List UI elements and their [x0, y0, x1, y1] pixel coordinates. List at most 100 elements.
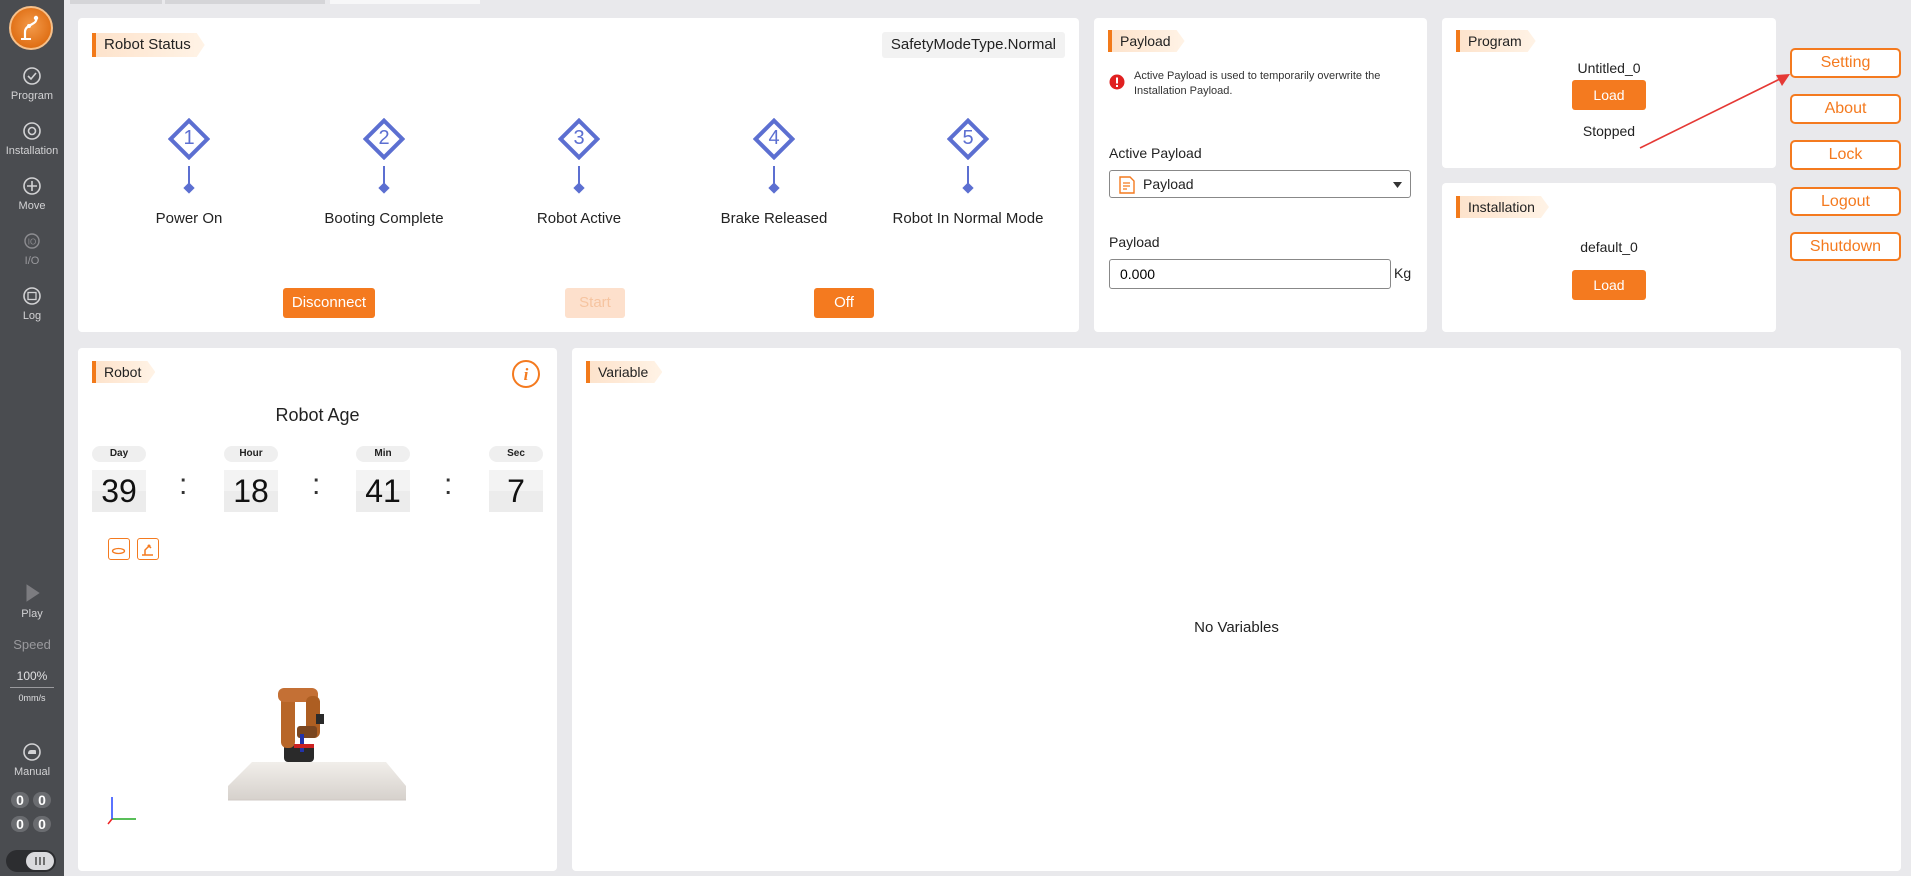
lock-button[interactable]: Lock	[1790, 140, 1901, 170]
installation-card: Installation default_0 Load	[1442, 183, 1776, 332]
speed-value: 0mm/s	[18, 693, 46, 703]
robot-3d-viewport[interactable]	[218, 678, 418, 818]
digit: 0	[11, 792, 29, 808]
step-number: 3	[573, 127, 585, 149]
age-value: 41	[356, 470, 410, 512]
about-button[interactable]: About	[1790, 94, 1901, 124]
sidebar: Program Installation Move IO I/O Log Pla…	[0, 0, 64, 876]
card-title: Robot	[92, 361, 155, 383]
digit: 0	[33, 792, 51, 808]
disconnect-button[interactable]: Disconnect	[283, 288, 375, 318]
svg-text:i: i	[524, 365, 529, 384]
log-icon	[23, 287, 41, 305]
payload-label: Payload	[1109, 234, 1160, 250]
active-payload-label: Active Payload	[1109, 145, 1202, 161]
active-payload-select[interactable]: Payload	[1109, 170, 1411, 198]
card-title: Variable	[586, 361, 662, 383]
age-value: 18	[224, 470, 278, 512]
age-unit: Hour	[224, 446, 278, 462]
speed-percent[interactable]: 100%	[0, 669, 64, 683]
age-unit: Sec	[489, 446, 543, 462]
robot-card: Robot i Robot Age Day 39 : Hour 18 : Min…	[78, 348, 557, 871]
svg-text:IO: IO	[28, 238, 36, 247]
play-icon	[26, 584, 40, 602]
alert-icon	[1109, 74, 1125, 90]
play-button[interactable]: Play	[0, 582, 64, 620]
io-icon: IO	[24, 233, 40, 249]
info-icon[interactable]: i	[511, 359, 541, 389]
step-label: Booting Complete	[324, 210, 444, 227]
speed-divider	[10, 687, 54, 688]
sidebar-item-label: Log	[22, 310, 42, 322]
age-value: 7	[489, 470, 543, 512]
step-number: 1	[183, 127, 195, 149]
digit: 0	[11, 816, 29, 832]
payload-input[interactable]	[1109, 259, 1391, 289]
age-day: Day 39	[92, 446, 146, 512]
card-title: Payload	[1108, 30, 1185, 52]
step-label: Power On	[155, 210, 223, 227]
start-button[interactable]: Start	[565, 288, 625, 318]
speed-label: Speed	[13, 637, 51, 652]
sidebar-item-label: Program	[10, 90, 54, 102]
logout-button[interactable]: Logout	[1790, 187, 1901, 216]
digit: 0	[33, 816, 51, 832]
age-separator: :	[444, 468, 453, 501]
sidebar-item-io[interactable]: IO I/O	[0, 231, 64, 267]
payload-card: Payload Active Payload is used to tempor…	[1094, 18, 1427, 332]
robot-status-card: Robot Status SafetyModeType.Normal 1 Pow…	[78, 18, 1079, 332]
age-hour: Hour 18	[224, 446, 278, 512]
no-variables-text: No Variables	[1194, 619, 1279, 636]
off-button[interactable]: Off	[814, 288, 874, 318]
axis-gizmo-icon	[107, 797, 136, 825]
top-tab-1[interactable]	[70, 0, 162, 4]
step-number: 2	[378, 127, 390, 149]
sidebar-toggle[interactable]	[6, 850, 56, 872]
shutdown-button[interactable]: Shutdown	[1790, 232, 1901, 261]
manual-button[interactable]: Manual	[0, 742, 64, 778]
age-separator: :	[179, 468, 188, 501]
top-tab-3[interactable]	[330, 0, 480, 4]
installation-load-button[interactable]: Load	[1572, 270, 1646, 300]
age-unit: Day	[92, 446, 146, 462]
payload-document-icon	[1119, 176, 1135, 194]
card-title: Installation	[1456, 196, 1549, 218]
step-number: 5	[962, 127, 974, 149]
manual-hand-icon	[23, 743, 41, 761]
sidebar-item-label: Installation	[5, 145, 59, 157]
active-payload-value: Payload	[1143, 176, 1194, 192]
robot-arm-icon	[21, 15, 39, 40]
status-digits-row-1: 00	[11, 792, 55, 808]
payload-notice: Active Payload is used to temporarily ov…	[1134, 70, 1381, 97]
program-icon	[23, 67, 41, 85]
sidebar-item-label: I/O	[24, 255, 40, 267]
installation-icon	[23, 122, 41, 140]
variable-card: Variable No Variables	[572, 348, 1901, 871]
setting-button[interactable]: Setting	[1790, 48, 1901, 78]
manual-label: Manual	[13, 766, 51, 778]
age-sec: Sec 7	[489, 446, 543, 512]
step-label: Robot Active	[536, 210, 622, 227]
sidebar-item-label: Move	[18, 200, 46, 212]
status-digits-row-2: 00	[11, 816, 55, 832]
play-label: Play	[21, 608, 43, 620]
age-value: 39	[92, 470, 146, 512]
robot-logo-avatar[interactable]	[9, 6, 53, 50]
sidebar-item-program[interactable]: Program	[0, 66, 64, 102]
move-icon	[23, 177, 41, 195]
top-tab-2[interactable]	[165, 0, 325, 4]
annotation-arrow-icon	[1639, 74, 1790, 149]
sidebar-item-log[interactable]: Log	[0, 286, 64, 322]
safety-mode-badge: SafetyModeType.Normal	[881, 32, 1065, 58]
sidebar-item-move[interactable]: Move	[0, 176, 64, 212]
age-min: Min 41	[356, 446, 410, 512]
toggle-knob-icon	[26, 852, 54, 870]
floor-view-icon[interactable]	[108, 538, 130, 560]
robot-view-icon[interactable]	[137, 538, 159, 560]
age-separator: :	[312, 468, 321, 501]
card-title: Program	[1456, 30, 1536, 52]
card-title: Robot Status	[92, 33, 205, 57]
step-label: Brake Released	[720, 210, 828, 227]
payload-unit: Kg	[1394, 265, 1412, 281]
sidebar-item-installation[interactable]: Installation	[0, 121, 64, 157]
